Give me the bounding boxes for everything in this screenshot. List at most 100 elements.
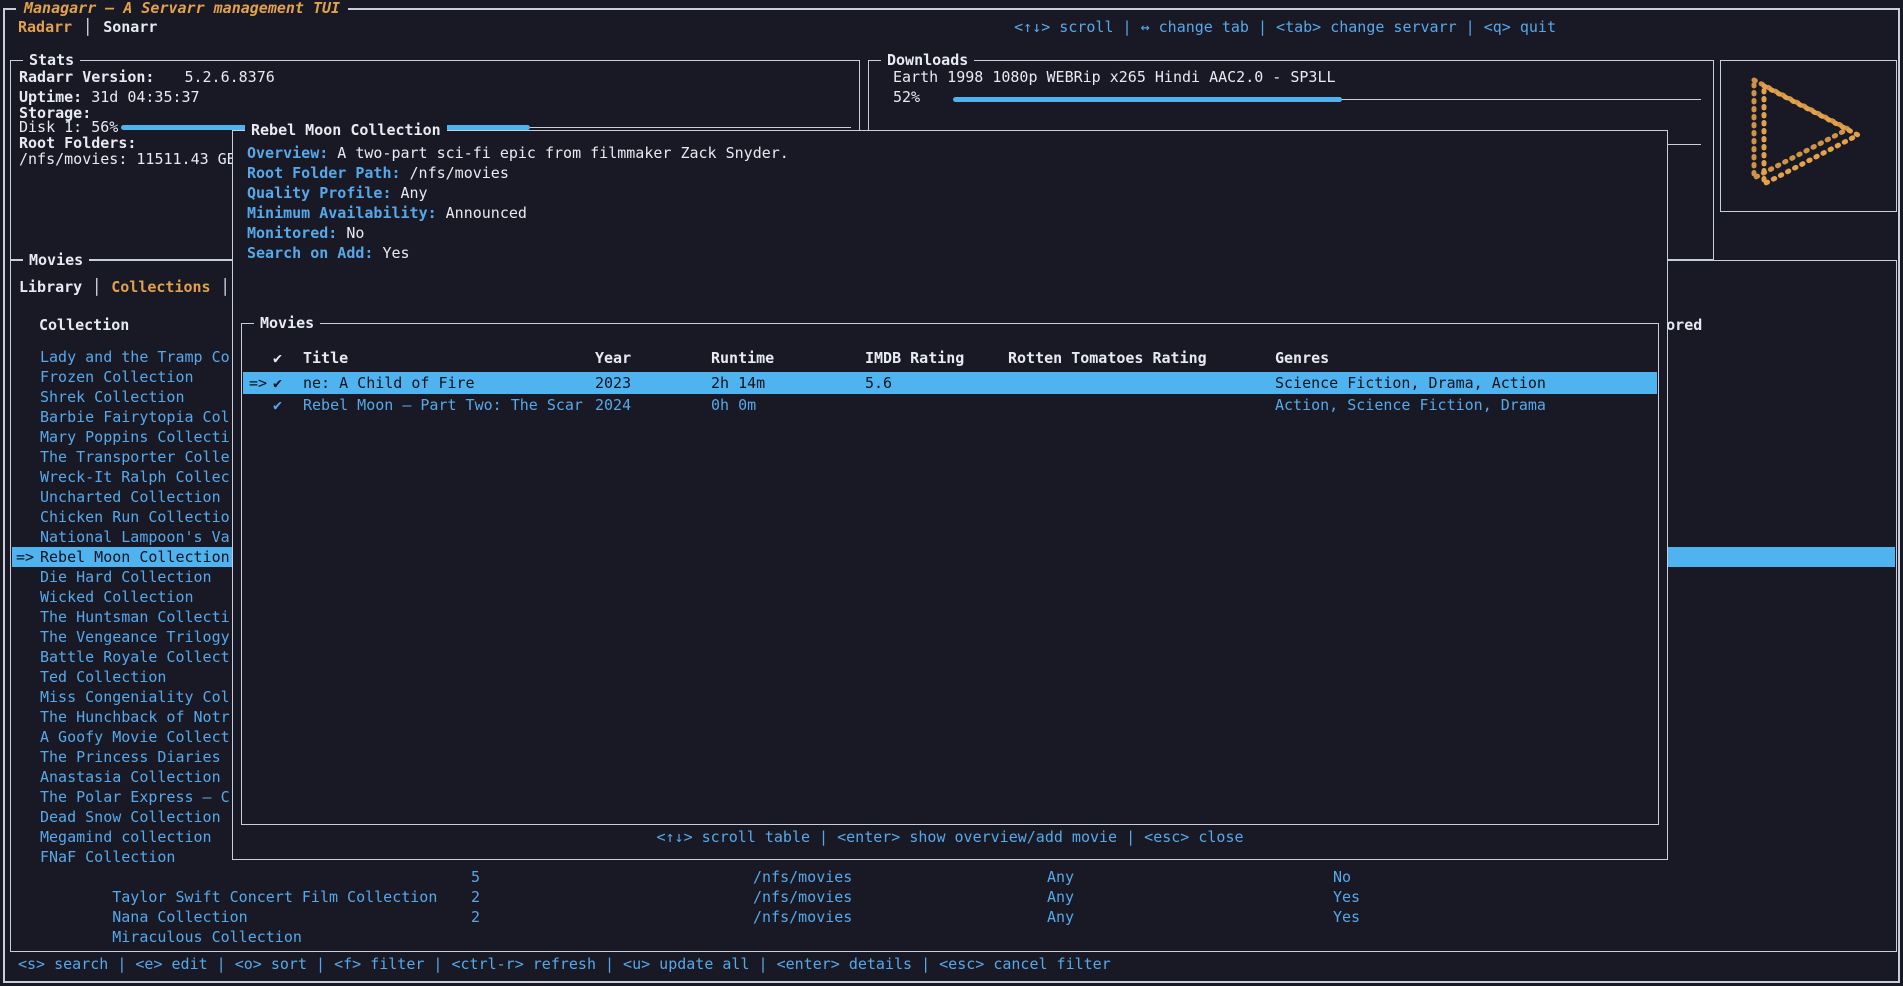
- movies-tabs: Library │ Collections │: [19, 279, 230, 296]
- collection-movie-count: 2: [471, 907, 480, 927]
- collection-root-folder: /nfs/movies: [753, 907, 852, 927]
- field-label: Monitored:: [247, 224, 337, 242]
- collection-name: FNaF Collection: [40, 848, 175, 866]
- column-year: Year: [595, 348, 631, 368]
- tab-divider: │: [92, 279, 101, 296]
- collection-flag: Yes: [1333, 887, 1360, 907]
- column-rotten-tomatoes-rating: Rotten Tomatoes Rating: [1008, 348, 1207, 368]
- collection-details-modal: Rebel Moon Collection Overview:A two-par…: [232, 130, 1668, 860]
- download-item[interactable]: Earth 1998 1080p WEBRip x265 Hindi AAC2.…: [893, 69, 1336, 86]
- monitored-check-icon: ✔: [273, 394, 282, 416]
- collection-flag: Yes: [1333, 907, 1360, 927]
- column-title: Title: [303, 348, 348, 368]
- field-value: No: [346, 224, 364, 242]
- managarr-logo-icon: [1734, 72, 1884, 200]
- app-title: Managarr — A Servarr management TUI: [16, 0, 348, 17]
- field-value: Yes: [382, 244, 409, 262]
- tab-divider: │: [83, 19, 92, 36]
- movie-imdb-rating: 5.6: [865, 372, 892, 394]
- modal-help-text: <↑↓> scroll table | <enter> show overvie…: [233, 829, 1667, 846]
- movie-year: 2024: [595, 394, 631, 416]
- downloads-panel-title: Downloads: [881, 52, 974, 69]
- bottom-help-text: <s> search | <e> edit | <o> sort | <f> f…: [18, 956, 1111, 973]
- column-runtime: Runtime: [711, 348, 774, 368]
- collection-name: A Goofy Movie Collect: [40, 728, 230, 746]
- movie-genres: Science Fiction, Drama, Action: [1275, 372, 1546, 394]
- movie-genres: Action, Science Fiction, Drama: [1275, 394, 1546, 416]
- uptime-value: 31d 04:35:37: [91, 88, 199, 106]
- collection-name: Anastasia Collection: [40, 768, 221, 786]
- field-value: Any: [401, 184, 428, 202]
- field-label: Search on Add:: [247, 244, 373, 262]
- radarr-version-value: 5.2.6.8376: [184, 68, 274, 86]
- field-label: Minimum Availability:: [247, 204, 437, 222]
- tab-sonarr[interactable]: Sonarr: [103, 19, 157, 36]
- field-minimum-availability: Minimum Availability: Announced: [247, 205, 527, 222]
- collection-name: The Princess Diaries: [40, 748, 221, 766]
- movie-title: ne: A Child of Fire: [303, 372, 475, 394]
- monitored-check-icon: ✔: [273, 372, 282, 394]
- tab-divider: │: [221, 279, 230, 296]
- radarr-version-label: Radarr Version:: [19, 68, 154, 86]
- tab-collections[interactable]: Collections: [111, 279, 210, 296]
- download-progress-gauge: [953, 96, 1701, 102]
- collection-name: Uncharted Collection: [40, 488, 221, 506]
- collection-name: Miraculous Collection: [112, 928, 302, 946]
- app-root: Managarr — A Servarr management TUI Rada…: [0, 0, 1903, 986]
- collection-root-folder: /nfs/movies: [753, 887, 852, 907]
- logo-panel: [1720, 60, 1897, 212]
- collection-name: Ted Collection: [40, 668, 166, 686]
- download-percent-label: 52%: [893, 89, 920, 106]
- radarr-version-line: Radarr Version: 5.2.6.8376: [19, 69, 275, 86]
- modal-movies-table-title: Movies: [254, 315, 320, 332]
- collection-movie-count: 2: [471, 887, 480, 907]
- gauge-track: [530, 127, 851, 128]
- collection-name: Mary Poppins Collecti: [40, 428, 230, 446]
- collection-row[interactable]: Taylor Swift Concert Film Collection 5 /…: [12, 867, 1895, 887]
- tab-library[interactable]: Library: [19, 279, 82, 296]
- movie-runtime: 2h 14m: [711, 372, 765, 394]
- gauge-track: [1342, 99, 1701, 100]
- collection-quality-profile: Any: [1047, 907, 1074, 927]
- servarr-tabs: Radarr │ Sonarr: [18, 19, 157, 36]
- movies-table-header: ✔ Title Year Runtime IMDB Rating Rotten …: [243, 348, 1657, 368]
- collection-root-folder: /nfs/movies: [753, 867, 852, 887]
- movies-panel-title: Movies: [23, 252, 89, 269]
- collection-row[interactable]: Nana Collection 2 /nfs/movies Any Yes: [12, 887, 1895, 907]
- collection-name: Lady and the Tramp Co: [40, 348, 230, 366]
- field-value: A two-part sci-fi epic from filmmaker Za…: [337, 144, 789, 162]
- collection-quality-profile: Any: [1047, 887, 1074, 907]
- field-monitored: Monitored: No: [247, 225, 364, 242]
- field-search-on-add: Search on Add: Yes: [247, 245, 410, 262]
- collection-name: The Polar Express – C: [40, 788, 230, 806]
- field-label: Root Folder Path:: [247, 164, 401, 182]
- collection-name: Megamind collection: [40, 828, 212, 846]
- collection-movie-count: 5: [471, 867, 480, 887]
- collection-name: The Hunchback of Notr: [40, 708, 230, 726]
- field-overview: Overview: A two-part sci-fi epic from fil…: [247, 145, 789, 162]
- collection-name: Barbie Fairytopia Col: [40, 408, 230, 426]
- selection-arrow: =>: [16, 547, 34, 567]
- collection-name: Shrek Collection: [40, 388, 185, 406]
- top-help-text: <↑↓> scroll | ↔ change tab | <tab> chang…: [1014, 19, 1556, 36]
- stats-panel-title: Stats: [23, 52, 80, 69]
- collection-name: Die Hard Collection: [40, 568, 212, 586]
- field-label: Overview:: [247, 144, 328, 162]
- collection-name: Wicked Collection: [40, 588, 194, 606]
- collection-flag: No: [1333, 867, 1351, 887]
- field-quality-profile: Quality Profile:Any: [247, 185, 428, 202]
- column-genres: Genres: [1275, 348, 1329, 368]
- collection-row[interactable]: Miraculous Collection 2 /nfs/movies Any …: [12, 907, 1895, 927]
- field-value: Announced: [446, 204, 527, 222]
- collection-name: Battle Royale Collect: [40, 648, 230, 666]
- movie-row[interactable]: ✔ Rebel Moon – Part Two: The Scar 2024 0…: [243, 394, 1657, 416]
- modal-movies-table: Movies ✔ Title Year Runtime IMDB Rating …: [241, 323, 1659, 825]
- movie-runtime: 0h 0m: [711, 394, 756, 416]
- movie-year: 2023: [595, 372, 631, 394]
- collections-header-collection: Collection: [39, 317, 129, 334]
- movie-row-selected[interactable]: => ✔ ne: A Child of Fire 2023 2h 14m 5.6…: [243, 372, 1657, 394]
- gauge-track-fragment: [1667, 144, 1701, 145]
- column-monitored-check: ✔: [273, 348, 282, 368]
- tab-radarr[interactable]: Radarr: [18, 19, 72, 36]
- collection-name: Miss Congeniality Col: [40, 688, 230, 706]
